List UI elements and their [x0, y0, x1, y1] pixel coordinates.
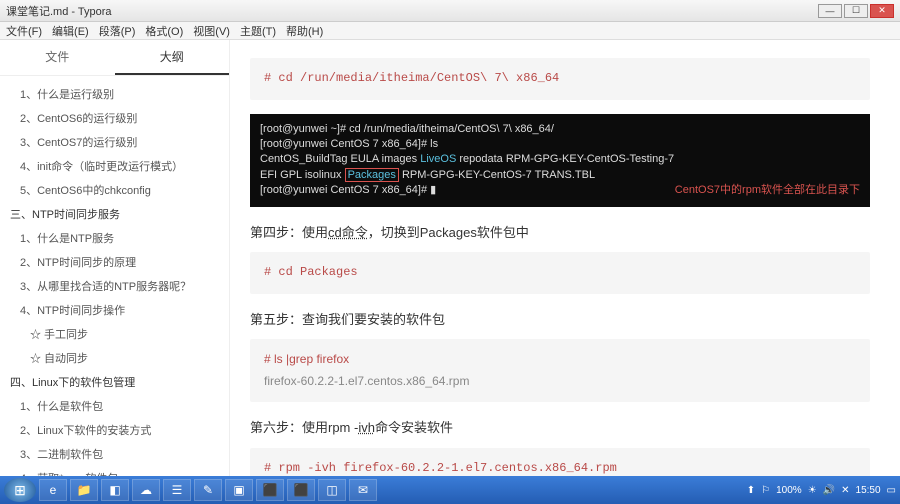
menu-format[interactable]: 格式(O) [145, 23, 183, 39]
outline-item[interactable]: 1、什么是运行级别 [0, 82, 229, 106]
menu-help[interactable]: 帮助(H) [286, 23, 323, 39]
tray-icon[interactable]: ✕ [841, 485, 849, 496]
taskbar-app-icon[interactable]: ✎ [194, 479, 222, 501]
tray-clock[interactable]: 15:50 [856, 485, 881, 496]
code-block: # cd Packages [250, 252, 870, 294]
outline-item[interactable]: 四、Linux下的软件包管理 [0, 370, 229, 394]
sidebar: 文件 大纲 1、什么是运行级别2、CentOS6的运行级别3、CentOS7的运… [0, 40, 230, 476]
outline-item[interactable]: 4、init命令（临时更改运行模式） [0, 154, 229, 178]
tab-files[interactable]: 文件 [0, 40, 115, 75]
outline-item[interactable]: 3、CentOS7的运行级别 [0, 130, 229, 154]
minimize-button[interactable]: — [818, 4, 842, 18]
code-block: # ls |grep firefoxfirefox-60.2.2-1.el7.c… [250, 339, 870, 402]
tray-icon[interactable]: ▭ [887, 485, 896, 496]
tray-icon[interactable]: ☀ [808, 485, 817, 496]
editor-content[interactable]: # cd /run/media/itheima/CentOS\ 7\ x86_6… [230, 40, 900, 476]
outline-item[interactable]: 2、NTP时间同步的原理 [0, 250, 229, 274]
window-title: 课堂笔记.md - Typora [6, 3, 112, 19]
taskbar-app-icon[interactable]: ⬛ [287, 479, 315, 501]
taskbar-ie-icon[interactable]: e [39, 479, 67, 501]
step-6: 第六步：使用rpm -ivh命令安装软件 [250, 416, 870, 439]
taskbar-explorer-icon[interactable]: 📁 [70, 479, 98, 501]
maximize-button[interactable]: ☐ [844, 4, 868, 18]
outline-item[interactable]: 三、NTP时间同步服务 [0, 202, 229, 226]
outline-item[interactable]: 2、Linux下软件的安装方式 [0, 418, 229, 442]
menu-theme[interactable]: 主题(T) [240, 23, 276, 39]
tray-battery-icon[interactable]: 100% [776, 485, 802, 496]
outline-item[interactable]: ☆ 手工同步 [0, 322, 229, 346]
taskbar-app-icon[interactable]: ☰ [163, 479, 191, 501]
menu-edit[interactable]: 编辑(E) [52, 23, 89, 39]
taskbar-app-icon[interactable]: ◧ [101, 479, 129, 501]
system-tray[interactable]: ⬆ ⚐ 100% ☀ 🔊 ✕ 15:50 ▭ [747, 485, 896, 496]
outline-item[interactable]: 1、什么是软件包 [0, 394, 229, 418]
outline-item[interactable]: 3、二进制软件包 [0, 442, 229, 466]
taskbar-app-icon[interactable]: ☁ [132, 479, 160, 501]
tab-outline[interactable]: 大纲 [115, 40, 230, 75]
tray-icon[interactable]: 🔊 [823, 485, 835, 496]
outline-item[interactable]: 4、NTP时间同步操作 [0, 298, 229, 322]
taskbar-app-icon[interactable]: ⬛ [256, 479, 284, 501]
taskbar-app-icon[interactable]: ✉ [349, 479, 377, 501]
outline-item[interactable]: 5、CentOS6中的chkconfig [0, 178, 229, 202]
outline-item[interactable]: 3、从哪里找合适的NTP服务器呢？ [0, 274, 229, 298]
taskbar-app-icon[interactable]: ◫ [318, 479, 346, 501]
tray-icon[interactable]: ⬆ [747, 485, 755, 496]
menu-view[interactable]: 视图(V) [193, 23, 230, 39]
code-block: # cd /run/media/itheima/CentOS\ 7\ x86_6… [250, 58, 870, 100]
step-4: 第四步：使用cd命令，切换到Packages软件包中 [250, 221, 870, 244]
close-button[interactable]: ✕ [870, 4, 894, 18]
menubar: 文件(F) 编辑(E) 段落(P) 格式(O) 视图(V) 主题(T) 帮助(H… [0, 22, 900, 40]
menu-paragraph[interactable]: 段落(P) [99, 23, 136, 39]
taskbar-app-icon[interactable]: ▣ [225, 479, 253, 501]
outline-item[interactable]: 2、CentOS6的运行级别 [0, 106, 229, 130]
outline-item[interactable]: ☆ 自动同步 [0, 346, 229, 370]
outline-item[interactable]: 4、获取*.rpm软件包 [0, 466, 229, 476]
outline-list: 1、什么是运行级别2、CentOS6的运行级别3、CentOS7的运行级别4、i… [0, 76, 229, 476]
outline-item[interactable]: 1、什么是NTP服务 [0, 226, 229, 250]
start-button[interactable]: ⊞ [4, 478, 36, 502]
tray-icon[interactable]: ⚐ [761, 485, 770, 496]
terminal-output: [root@yunwei ~]# cd /run/media/itheima/C… [250, 114, 870, 207]
code-block: # rpm -ivh firefox-60.2.2-1.el7.centos.x… [250, 448, 870, 477]
step-5: 第五步：查询我们要安装的软件包 [250, 308, 870, 331]
menu-file[interactable]: 文件(F) [6, 23, 42, 39]
